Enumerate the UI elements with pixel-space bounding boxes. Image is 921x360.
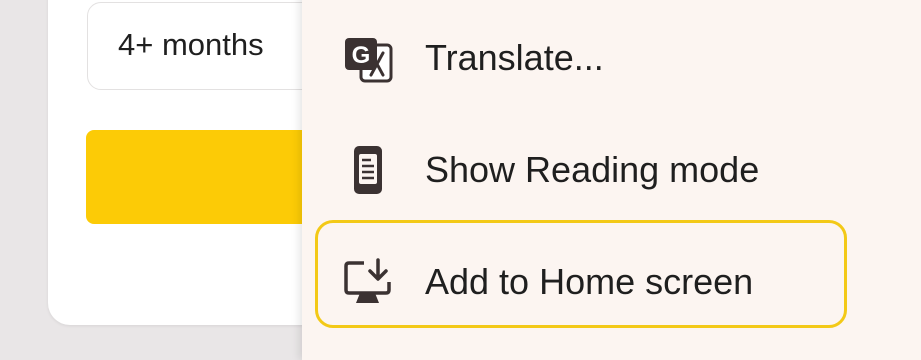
menu-item-reading-mode[interactable]: Show Reading mode bbox=[302, 120, 921, 220]
menu-item-translate[interactable]: G Translate... bbox=[302, 8, 921, 108]
google-translate-icon: G bbox=[340, 30, 396, 86]
svg-text:G: G bbox=[352, 42, 371, 69]
menu-item-label: Translate... bbox=[425, 37, 604, 78]
menu-item-add-to-home-screen[interactable]: Add to Home screen bbox=[302, 220, 921, 320]
menu-item-label: Show Reading mode bbox=[425, 149, 760, 190]
duration-select-value: 4+ months bbox=[118, 27, 264, 62]
add-to-home-screen-icon bbox=[340, 254, 396, 310]
menu-item-label: Add to Home screen bbox=[425, 261, 754, 302]
reading-mode-icon bbox=[340, 142, 396, 198]
